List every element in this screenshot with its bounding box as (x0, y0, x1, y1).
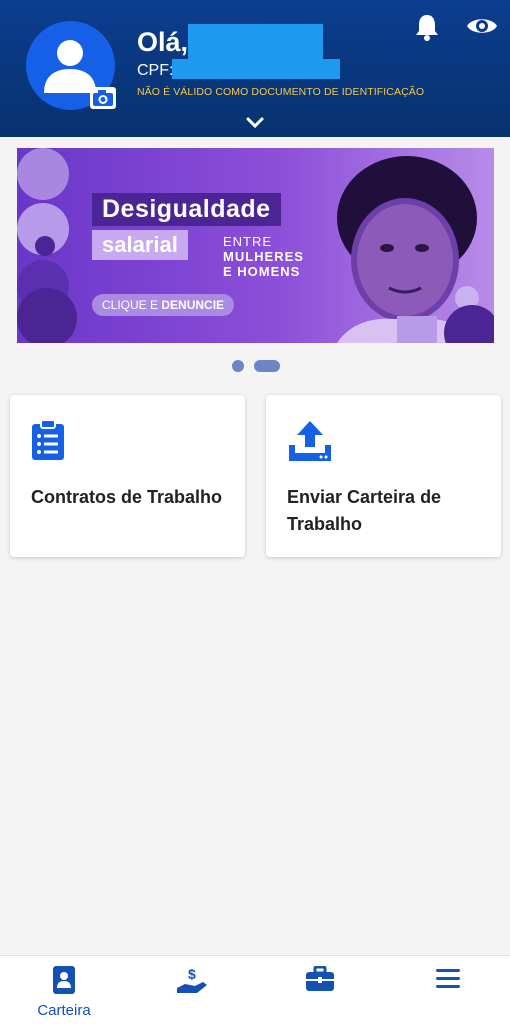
camera-icon[interactable] (90, 87, 116, 109)
banner-subtitle-line3: E HOMENS (223, 264, 301, 279)
redacted-name (188, 24, 323, 60)
svg-text:$: $ (188, 966, 196, 982)
tab-label: Carteira (37, 1002, 91, 1019)
carousel-dot-active[interactable] (254, 360, 280, 372)
tab-servicos[interactable] (280, 965, 360, 997)
cpf-label: CPF: (137, 62, 174, 79)
woman-photo-illustration (337, 156, 494, 343)
redacted-cpf (172, 59, 340, 79)
banner-decoration (17, 148, 69, 200)
chevron-down-icon[interactable] (245, 116, 265, 130)
banner-decoration (17, 288, 77, 343)
promo-banner[interactable]: Desigualdade salarial ENTRE MULHERES E H… (17, 148, 494, 343)
carousel-dot[interactable] (232, 360, 244, 372)
banner-decoration (35, 236, 55, 256)
hand-money-icon: $ (177, 966, 207, 993)
banner-cta[interactable]: CLIQUE E DENUNCIE (92, 294, 235, 316)
card-contratos-trabalho[interactable]: Contratos de Trabalho (10, 395, 245, 557)
banner-subtitle: ENTRE MULHERES E HOMENS (223, 234, 304, 279)
banner-subtitle-line2: MULHERES (223, 249, 304, 264)
banner-title-line2: salarial (92, 230, 188, 260)
card-label: Contratos de Trabalho (31, 487, 223, 507)
id-card-icon (53, 966, 75, 994)
clipboard-list-icon (32, 419, 64, 460)
banner-cta-strong: DENUNCIE (161, 298, 225, 312)
bottom-tab-bar: Carteira $ (0, 955, 510, 1024)
eye-icon[interactable] (466, 14, 498, 38)
tab-menu[interactable] (408, 966, 488, 995)
greeting-text: Olá, (137, 27, 189, 57)
bell-icon[interactable] (413, 12, 441, 42)
card-enviar-carteira[interactable]: Enviar Carteira de Trabalho (266, 395, 501, 557)
profile-header: Olá, CPF: NÃO É VÁLIDO COMO DOCUMENTO DE… (0, 0, 510, 137)
card-label: Enviar Carteira de Trabalho (287, 487, 442, 534)
tab-carteira[interactable]: Carteira (24, 966, 104, 1019)
banner-title-line1: Desigualdade (92, 193, 281, 226)
user-icon (44, 40, 96, 93)
upload-icon (289, 421, 331, 461)
tab-beneficios[interactable]: $ (152, 966, 232, 1001)
briefcase-icon (306, 965, 334, 991)
id-warning-text: NÃO É VÁLIDO COMO DOCUMENTO DE IDENTIFIC… (137, 86, 425, 98)
banner-subtitle-line1: ENTRE (223, 234, 273, 249)
menu-icon (436, 969, 460, 988)
banner-cta-prefix: CLIQUE E (102, 298, 159, 312)
